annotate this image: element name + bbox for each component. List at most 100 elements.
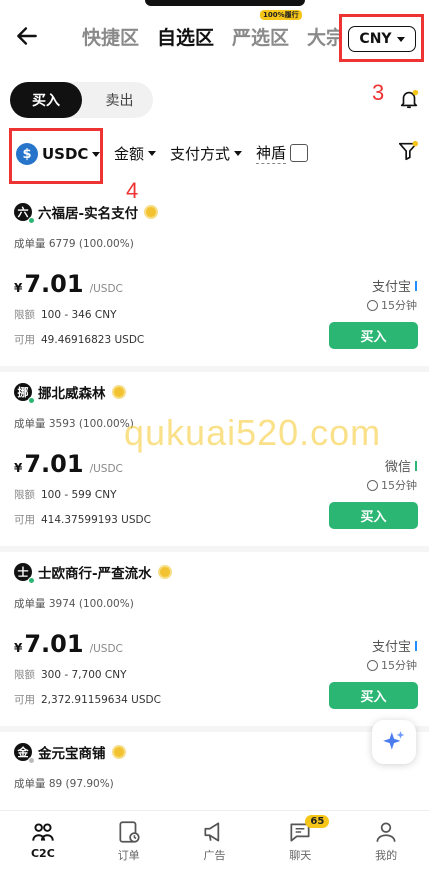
nav-ads[interactable]: 广告 bbox=[172, 811, 258, 870]
order-volume: 成单量 6779 (100.00%) bbox=[14, 238, 134, 250]
megaphone-icon bbox=[204, 822, 220, 842]
merchant-header[interactable]: 挪 挪北威森林 bbox=[14, 382, 126, 404]
order-volume: 成单量 3593 (100.00%) bbox=[14, 418, 134, 430]
clock-icon bbox=[367, 479, 378, 491]
offline-dot bbox=[28, 757, 35, 764]
order-icon bbox=[119, 821, 140, 843]
annotation-box-currency: CNY bbox=[339, 14, 424, 62]
limit: 限额 300 - 7,700 CNY bbox=[14, 669, 127, 681]
verified-badge-icon bbox=[111, 385, 126, 399]
pay-time-limit: 15分钟 bbox=[367, 297, 417, 313]
back-arrow-icon[interactable] bbox=[14, 23, 40, 49]
shield-checkbox[interactable] bbox=[290, 144, 309, 162]
available-amount: 可用 49.46916823 USDC bbox=[14, 334, 145, 346]
nav-orders[interactable]: 订单 bbox=[86, 811, 172, 870]
list-item: 士 士欧商行-严查流水 成单量 3974 (100.00%) ¥ 7.01 /U… bbox=[0, 552, 429, 732]
list-item: 六 六福居-实名支付 成单量 6779 (100.00%) ¥ 7.01 /US… bbox=[0, 192, 429, 372]
list-item: 挪 挪北威森林 成单量 3593 (100.00%) ¥ 7.01 /USDC … bbox=[0, 372, 429, 552]
currency-selector[interactable]: CNY bbox=[348, 26, 416, 52]
nav-label: 广告 bbox=[203, 849, 226, 862]
tab-self-select[interactable]: 自选区 bbox=[157, 23, 214, 50]
usdc-coin-icon: $ bbox=[16, 143, 38, 165]
people-icon bbox=[32, 823, 54, 841]
shield-filter-label: 神盾 bbox=[256, 144, 287, 164]
price: ¥ 7.01 /USDC bbox=[14, 450, 123, 478]
price: ¥ 7.01 /USDC bbox=[14, 630, 123, 658]
limit: 限额 100 - 346 CNY bbox=[14, 309, 117, 321]
price: ¥ 7.01 /USDC bbox=[14, 270, 123, 298]
shield-filter[interactable]: 神盾 bbox=[256, 142, 309, 164]
nav-c2c[interactable]: C2C bbox=[0, 811, 86, 870]
online-dot bbox=[28, 397, 35, 404]
verified-badge-icon bbox=[157, 565, 172, 579]
nav-profile[interactable]: 我的 bbox=[343, 811, 429, 870]
payment-method: 微信 bbox=[385, 456, 417, 475]
chevron-down-icon bbox=[148, 150, 157, 156]
buy-button[interactable]: 买入 bbox=[329, 322, 418, 349]
nav-label: 订单 bbox=[117, 849, 140, 862]
payment-filter[interactable]: 支付方式 bbox=[170, 143, 243, 164]
zone-tabs: 快捷区 自选区 100%履行 严选区 大宗 bbox=[82, 10, 345, 50]
amount-filter[interactable]: 金额 bbox=[114, 143, 157, 164]
chevron-down-icon bbox=[92, 151, 101, 157]
merchant-header[interactable]: 金 金元宝商铺 bbox=[14, 742, 126, 764]
filter-funnel-icon[interactable] bbox=[397, 140, 419, 162]
nav-label: 聊天 bbox=[289, 849, 312, 862]
merchant-header[interactable]: 六 六福居-实名支付 bbox=[14, 202, 159, 224]
nav-label: C2C bbox=[30, 847, 55, 860]
buy-tab[interactable]: 买入 bbox=[10, 82, 82, 118]
currency-label: CNY bbox=[359, 31, 392, 47]
merchant-list: 六 六福居-实名支付 成单量 6779 (100.00%) ¥ 7.01 /US… bbox=[0, 192, 429, 870]
buy-sell-toggle: 买入 卖出 bbox=[10, 82, 153, 118]
buy-button[interactable]: 买入 bbox=[329, 502, 418, 529]
coin-label: USDC bbox=[42, 145, 89, 163]
tab-strict[interactable]: 100%履行 严选区 bbox=[232, 10, 302, 50]
annotation-box-coin: $ USDC bbox=[9, 128, 103, 184]
pay-time-limit: 15分钟 bbox=[367, 657, 417, 673]
verified-badge-icon bbox=[144, 205, 159, 219]
merchant-name: 金元宝商铺 bbox=[38, 746, 106, 762]
sell-tab[interactable]: 卖出 bbox=[86, 82, 153, 118]
ai-assistant-button[interactable] bbox=[372, 720, 416, 764]
annotation-number-3: 3 bbox=[372, 80, 385, 105]
online-dot bbox=[28, 577, 35, 584]
avatar: 金 bbox=[14, 743, 35, 764]
chevron-down-icon bbox=[234, 150, 243, 156]
pay-time-limit: 15分钟 bbox=[367, 477, 417, 493]
watermark: qukuai520.com bbox=[124, 412, 382, 453]
sparkle-icon bbox=[383, 731, 405, 750]
payment-filter-label: 支付方式 bbox=[170, 144, 231, 163]
amount-filter-label: 金额 bbox=[114, 144, 145, 163]
clock-icon bbox=[367, 659, 378, 671]
nav-label: 我的 bbox=[375, 849, 398, 862]
tab-quick[interactable]: 快捷区 bbox=[82, 23, 139, 50]
verified-badge-icon bbox=[111, 745, 126, 759]
clock-icon bbox=[367, 299, 378, 311]
merchant-name: 士欧商行-严查流水 bbox=[38, 566, 152, 582]
available-amount: 可用 2,372.91159634 USDC bbox=[14, 694, 161, 706]
avatar: 挪 bbox=[14, 383, 35, 404]
status-notch bbox=[145, 0, 305, 6]
tab-strict-label: 严选区 bbox=[232, 27, 290, 49]
unread-count-badge: 65 bbox=[305, 815, 330, 828]
limit: 限额 100 - 599 CNY bbox=[14, 489, 117, 501]
top-nav: 快捷区 自选区 100%履行 严选区 大宗 CNY bbox=[0, 10, 429, 62]
online-dot bbox=[28, 217, 35, 224]
payment-method: 支付宝 bbox=[372, 276, 417, 295]
avatar: 六 bbox=[14, 203, 35, 224]
payment-method: 支付宝 bbox=[372, 636, 417, 655]
order-volume: 成单量 3974 (100.00%) bbox=[14, 598, 134, 610]
fulfill-badge: 100%履行 bbox=[260, 10, 302, 20]
merchant-name: 六福居-实名支付 bbox=[38, 206, 139, 222]
avatar: 士 bbox=[14, 563, 35, 584]
merchant-name: 挪北威森林 bbox=[38, 386, 106, 402]
merchant-header[interactable]: 士 士欧商行-严查流水 bbox=[14, 562, 172, 584]
bell-icon[interactable] bbox=[398, 88, 420, 110]
chevron-down-icon bbox=[396, 36, 405, 42]
order-volume: 成单量 89 (97.90%) bbox=[14, 778, 114, 790]
available-amount: 可用 414.37599193 USDC bbox=[14, 514, 151, 526]
nav-chat[interactable]: 65 聊天 bbox=[257, 811, 343, 870]
coin-selector[interactable]: $ USDC bbox=[16, 143, 101, 165]
buy-button[interactable]: 买入 bbox=[329, 682, 418, 709]
filter-bar: 金额 支付方式 神盾 bbox=[114, 142, 309, 164]
